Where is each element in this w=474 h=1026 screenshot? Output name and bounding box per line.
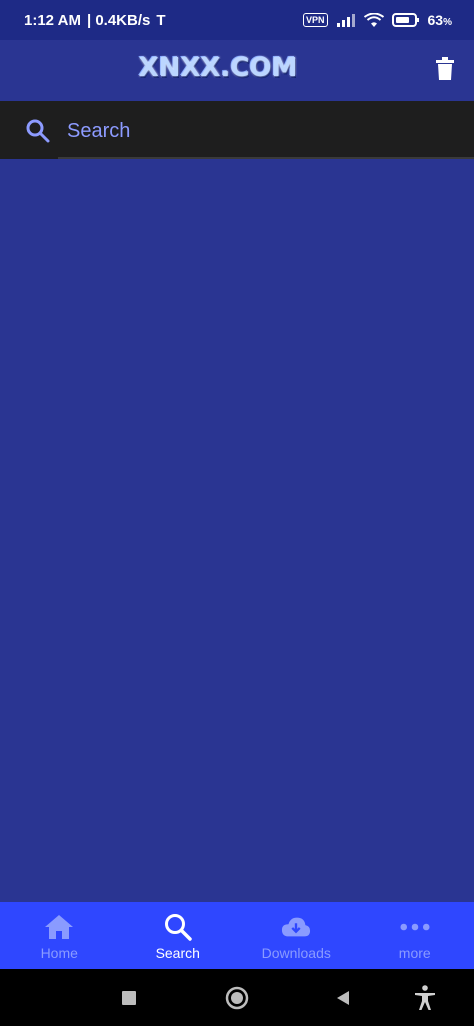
back-triangle-icon	[337, 991, 349, 1005]
network-speed: | 0.4KB/s	[86, 11, 151, 29]
delete-button[interactable]	[430, 54, 460, 84]
bottom-navigation: Home Search Downloads more	[0, 902, 474, 969]
square-icon	[122, 991, 136, 1005]
search-input[interactable]	[58, 107, 474, 155]
home-icon	[44, 912, 74, 942]
nav-item-more[interactable]: more	[356, 902, 474, 969]
status-time: 1:12 AM	[24, 11, 81, 29]
trash-icon	[436, 57, 454, 80]
nav-item-home[interactable]: Home	[0, 902, 119, 969]
back-button[interactable]	[330, 985, 356, 1011]
status-right: VPN 63%	[303, 12, 452, 28]
nav-label-downloads: Downloads	[261, 945, 331, 961]
home-system-button[interactable]	[224, 985, 250, 1011]
app-bar: XNXX.COM	[0, 40, 474, 101]
accessibility-icon	[415, 985, 435, 1010]
battery-percent: 63%	[427, 12, 452, 28]
results-area	[0, 161, 474, 902]
nav-label-home: Home	[40, 945, 78, 961]
nav-label-search: Search	[155, 945, 200, 961]
app-logo: XNXX.COM	[138, 53, 298, 83]
nav-item-search[interactable]: Search	[119, 902, 238, 969]
cloud-download-icon	[281, 912, 311, 942]
signal-icon	[336, 14, 355, 27]
wifi-icon	[363, 12, 384, 27]
search-icon	[163, 912, 193, 942]
search-underline	[58, 157, 474, 159]
nav-item-downloads[interactable]: Downloads	[237, 902, 356, 969]
accessibility-button[interactable]	[412, 985, 438, 1011]
system-navigation-bar	[0, 969, 474, 1026]
search-icon	[26, 119, 50, 143]
more-horizontal-icon	[400, 912, 430, 942]
status-left: 1:12 AM | 0.4KB/s T	[24, 12, 166, 29]
carrier-icon: T	[156, 11, 166, 29]
circle-icon	[225, 986, 249, 1010]
recent-apps-button[interactable]	[116, 985, 142, 1011]
nav-label-more: more	[398, 945, 431, 961]
status-bar: 1:12 AM | 0.4KB/s T VPN 63%	[0, 0, 474, 40]
search-bar	[0, 101, 474, 159]
vpn-icon: VPN	[303, 13, 328, 27]
battery-icon	[391, 13, 419, 27]
